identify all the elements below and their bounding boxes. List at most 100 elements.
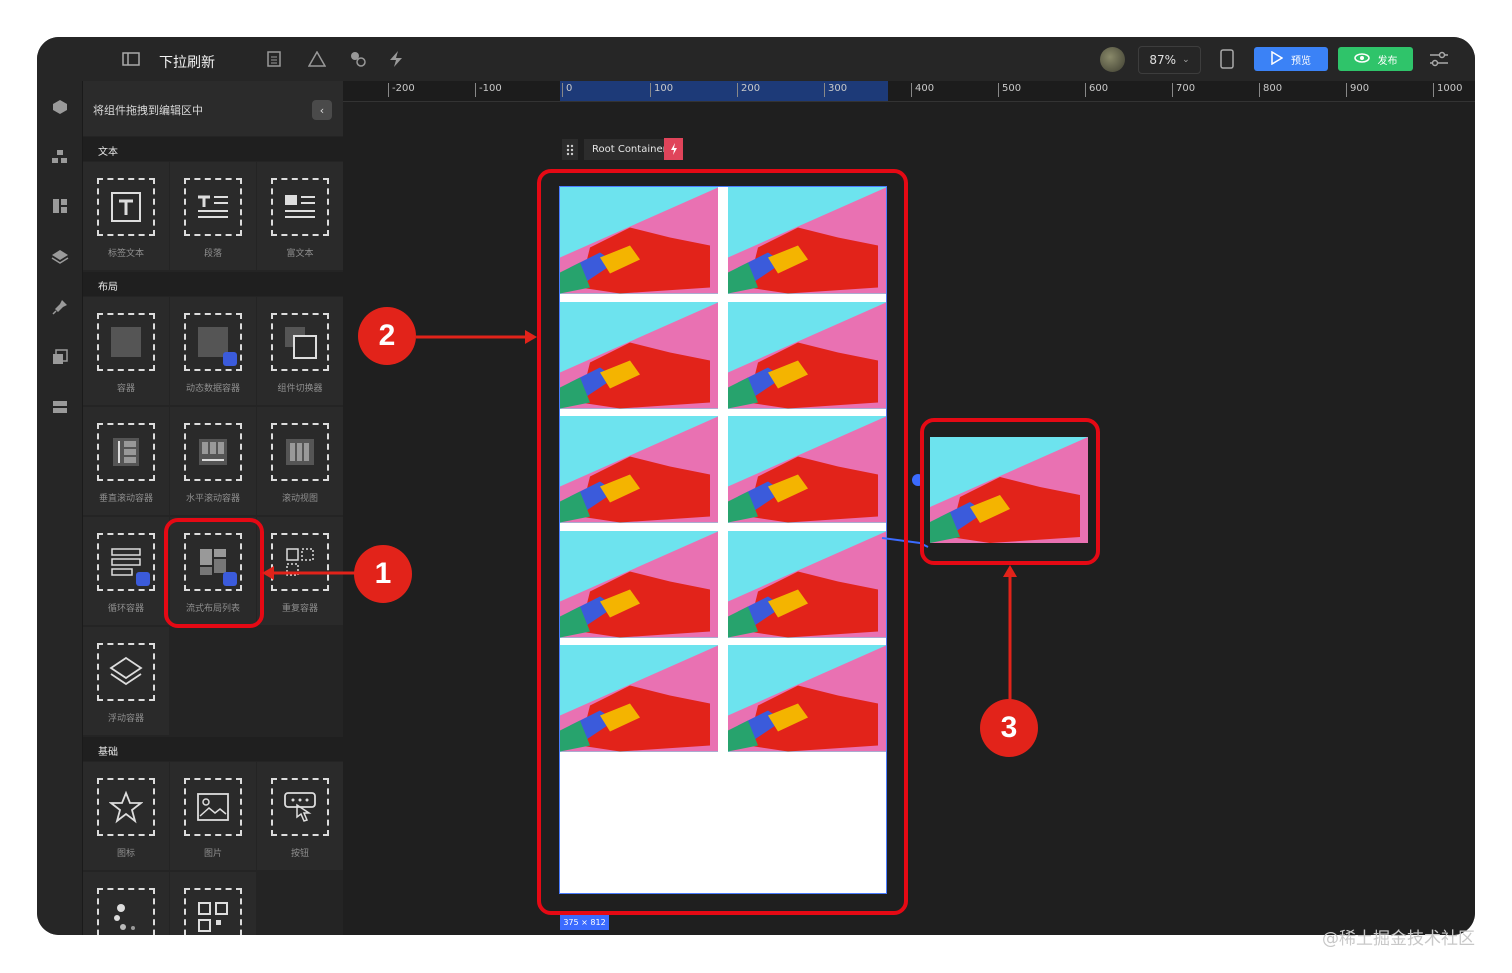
- loading-dots-icon: [97, 888, 155, 935]
- triangle-tool-icon[interactable]: [307, 49, 327, 69]
- pages-icon[interactable]: [49, 346, 71, 368]
- section-title: 基础: [98, 747, 118, 758]
- watermark: @稀土掘金技术社区: [1322, 929, 1475, 949]
- arrow-to-component: [262, 566, 358, 580]
- publish-label: 发布: [1377, 55, 1398, 67]
- arrow-to-floating-item: [1003, 565, 1017, 700]
- horizontal-scroll-icon: [184, 423, 242, 481]
- arrow-to-phone: [416, 330, 537, 344]
- ruler-tick: 400: [911, 83, 934, 97]
- section-title: 文本: [98, 147, 118, 158]
- vertical-scroll-icon: [97, 423, 155, 481]
- publish-button[interactable]: 发布: [1338, 47, 1413, 71]
- scroll-view-icon: [271, 423, 329, 481]
- component-label: 垂直滚动容器: [98, 494, 153, 504]
- component-label: 动态数据容器: [185, 384, 240, 394]
- qrcode-icon: [184, 888, 242, 935]
- database-icon: [223, 352, 237, 366]
- component-label: 浮动容器: [107, 714, 144, 724]
- layout-icon[interactable]: [49, 195, 71, 217]
- component-button[interactable]: 按钮: [257, 762, 343, 870]
- components-icon[interactable]: [348, 49, 368, 69]
- horizontal-ruler: -200 -100 0 100 200 300 400 500 600 700 …: [343, 81, 1475, 102]
- blocks-icon[interactable]: [49, 146, 71, 168]
- component-label: 图标: [116, 849, 135, 859]
- dynamic-container-icon: [184, 313, 242, 371]
- zoom-value: 87%: [1149, 53, 1177, 67]
- avatar[interactable]: [1100, 47, 1125, 72]
- ruler-tick: 1000: [1433, 83, 1462, 97]
- component-dynamic-data-container[interactable]: 动态数据容器: [170, 297, 256, 405]
- component-switcher[interactable]: 组件切换器: [257, 297, 343, 405]
- ruler-tick: 200: [737, 83, 760, 97]
- mobile-device-icon[interactable]: [1217, 49, 1237, 69]
- rich-text-icon: [271, 178, 329, 236]
- pin-icon[interactable]: [49, 296, 71, 318]
- ruler-tick: 700: [1172, 83, 1195, 97]
- component-vertical-scroll[interactable]: 垂直滚动容器: [83, 407, 169, 515]
- component-label: 容器: [116, 384, 135, 394]
- top-toolbar: 下拉刷新 87% ⌄ 预览 发布: [37, 37, 1475, 81]
- component-label: 循环容器: [107, 604, 144, 614]
- document-icon[interactable]: [264, 49, 284, 69]
- component-qrcode[interactable]: [170, 872, 256, 935]
- component-label: 富文本: [286, 249, 314, 259]
- component-container[interactable]: 容器: [83, 297, 169, 405]
- component-label: 标签文本: [107, 249, 144, 259]
- lightning-badge-icon[interactable]: [664, 138, 683, 160]
- play-icon: [1271, 50, 1284, 68]
- component-label: 滚动视图: [281, 494, 318, 504]
- settings-sliders-icon[interactable]: [1429, 49, 1449, 69]
- ruler-tick: 0: [562, 83, 572, 97]
- editor-canvas[interactable]: [343, 102, 1475, 935]
- page-title: 下拉刷新: [159, 55, 215, 71]
- root-container-label: Root Container: [584, 139, 675, 160]
- ruler-tick: 900: [1346, 83, 1369, 97]
- lightning-icon[interactable]: [386, 49, 406, 69]
- annotation-box-flow-layout: [164, 518, 264, 628]
- ruler-tick: 600: [1085, 83, 1108, 97]
- section-text: 文本: [83, 137, 343, 161]
- component-rich-text[interactable]: 富文本: [257, 162, 343, 270]
- ruler-tick: 800: [1259, 83, 1282, 97]
- ruler-tick: -100: [475, 83, 502, 97]
- component-loading[interactable]: [83, 872, 169, 935]
- collapse-panel-button[interactable]: ‹: [312, 100, 332, 120]
- component-panel: 将组件拖拽到编辑区中 ‹ 文本 标签文本 段落 富文本 布局 容器 动态数据容器…: [83, 81, 343, 935]
- eye-icon: [1353, 52, 1370, 66]
- panel-header: 将组件拖拽到编辑区中 ‹: [83, 81, 343, 136]
- component-label: 重复容器: [281, 604, 318, 614]
- component-paragraph[interactable]: 段落: [170, 162, 256, 270]
- ruler-tick: 300: [824, 83, 847, 97]
- text-t-icon: [97, 178, 155, 236]
- ruler-tick: 100: [650, 83, 673, 97]
- component-image[interactable]: 图片: [170, 762, 256, 870]
- drag-handle-icon[interactable]: [562, 139, 578, 160]
- section-layout: 布局: [83, 272, 343, 296]
- preview-button[interactable]: 预览: [1254, 47, 1328, 71]
- paragraph-icon: [184, 178, 242, 236]
- layers-icon[interactable]: [49, 245, 71, 267]
- component-loop-container[interactable]: 循环容器: [83, 517, 169, 625]
- database-icon: [136, 572, 150, 586]
- component-label: 水平滚动容器: [185, 494, 240, 504]
- preview-label: 预览: [1291, 55, 1311, 67]
- switcher-icon: [271, 313, 329, 371]
- annotation-badge-3: 3: [980, 699, 1038, 757]
- image-icon: [184, 778, 242, 836]
- component-label-text[interactable]: 标签文本: [83, 162, 169, 270]
- size-tag: 375 × 812: [560, 914, 609, 930]
- list-icon[interactable]: [49, 396, 71, 418]
- star-icon: [97, 778, 155, 836]
- cube-icon[interactable]: [49, 96, 71, 118]
- component-icon[interactable]: 图标: [83, 762, 169, 870]
- component-label: 图片: [203, 849, 222, 859]
- zoom-select[interactable]: 87% ⌄: [1138, 46, 1201, 74]
- component-floating-container[interactable]: 浮动容器: [83, 627, 169, 735]
- annotation-box-floating-item: [920, 418, 1100, 565]
- component-horizontal-scroll[interactable]: 水平滚动容器: [170, 407, 256, 515]
- annotation-badge-2: 2: [358, 307, 416, 365]
- component-label: 段落: [203, 249, 222, 259]
- sidebar-toggle-icon[interactable]: [121, 49, 141, 69]
- component-scroll-view[interactable]: 滚动视图: [257, 407, 343, 515]
